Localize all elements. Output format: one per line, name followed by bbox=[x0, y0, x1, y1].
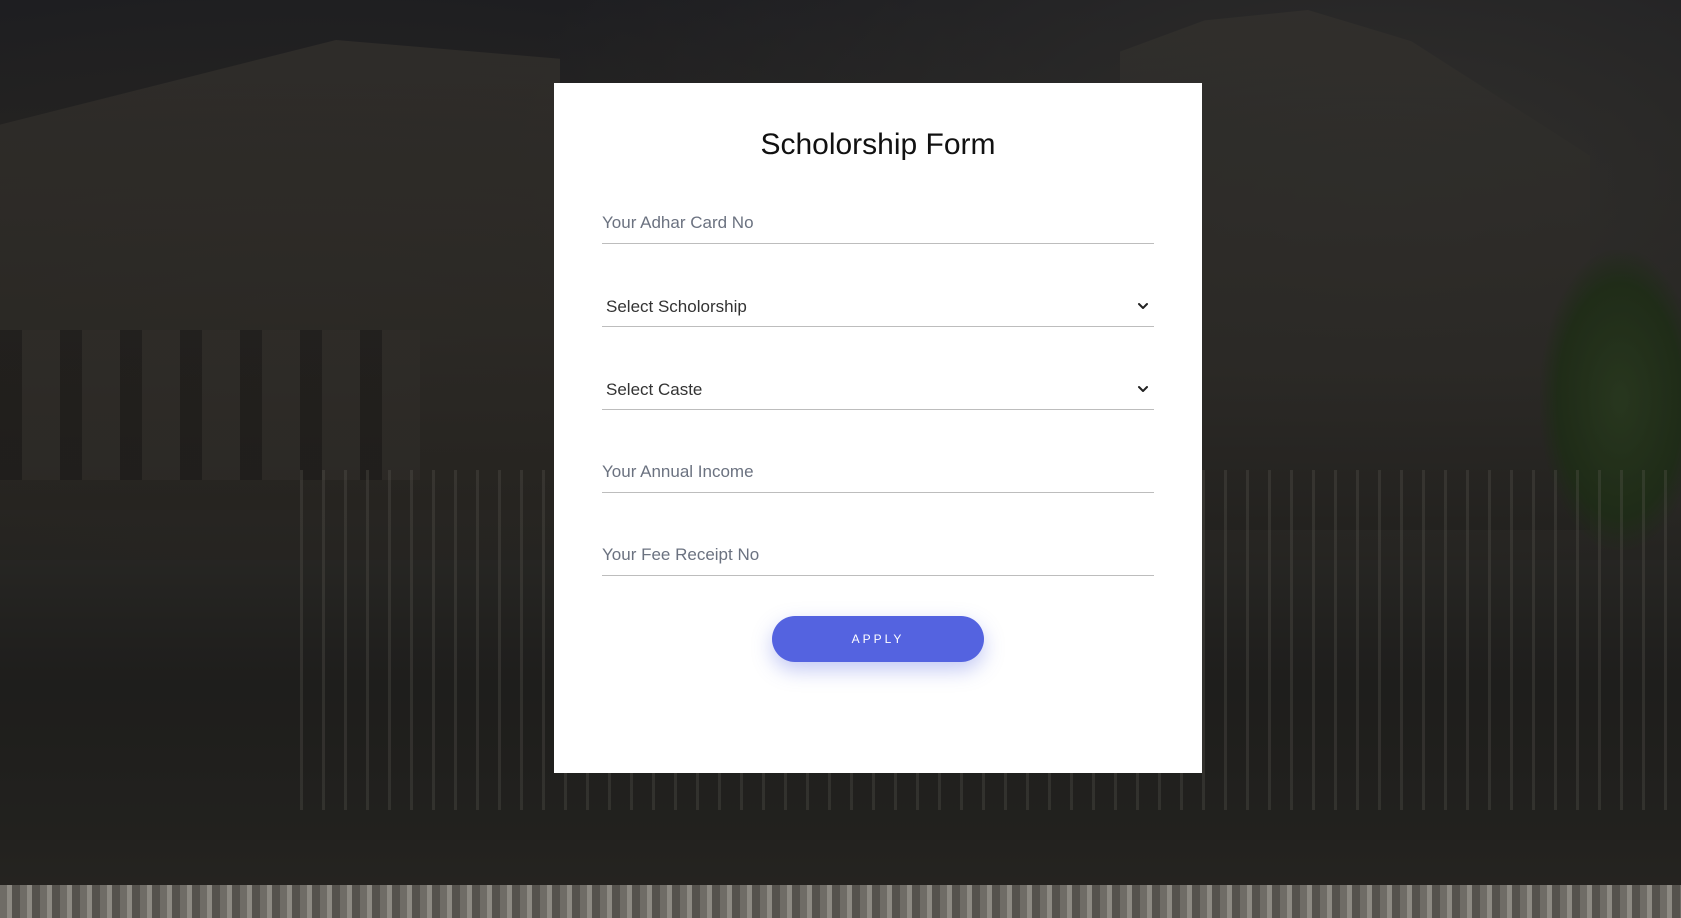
annual-income-input[interactable] bbox=[602, 451, 1154, 493]
scholorship-select[interactable]: Select Scholorship bbox=[602, 285, 1154, 327]
caste-select-label: Select Caste bbox=[606, 380, 703, 399]
scholorship-form-card: Scholorship Form Select Scholorship Sele… bbox=[554, 83, 1202, 773]
fee-receipt-input[interactable] bbox=[602, 534, 1154, 576]
scholorship-select-label: Select Scholorship bbox=[606, 297, 747, 316]
page-background: Scholorship Form Select Scholorship Sele… bbox=[0, 0, 1681, 918]
chevron-down-icon bbox=[1138, 303, 1148, 309]
background-gravel-strip bbox=[0, 885, 1681, 918]
adhar-card-input[interactable] bbox=[602, 202, 1154, 244]
form-title: Scholorship Form bbox=[760, 128, 996, 161]
apply-button[interactable]: APPLY bbox=[772, 616, 984, 662]
caste-select[interactable]: Select Caste bbox=[602, 368, 1154, 410]
chevron-down-icon bbox=[1138, 386, 1148, 392]
